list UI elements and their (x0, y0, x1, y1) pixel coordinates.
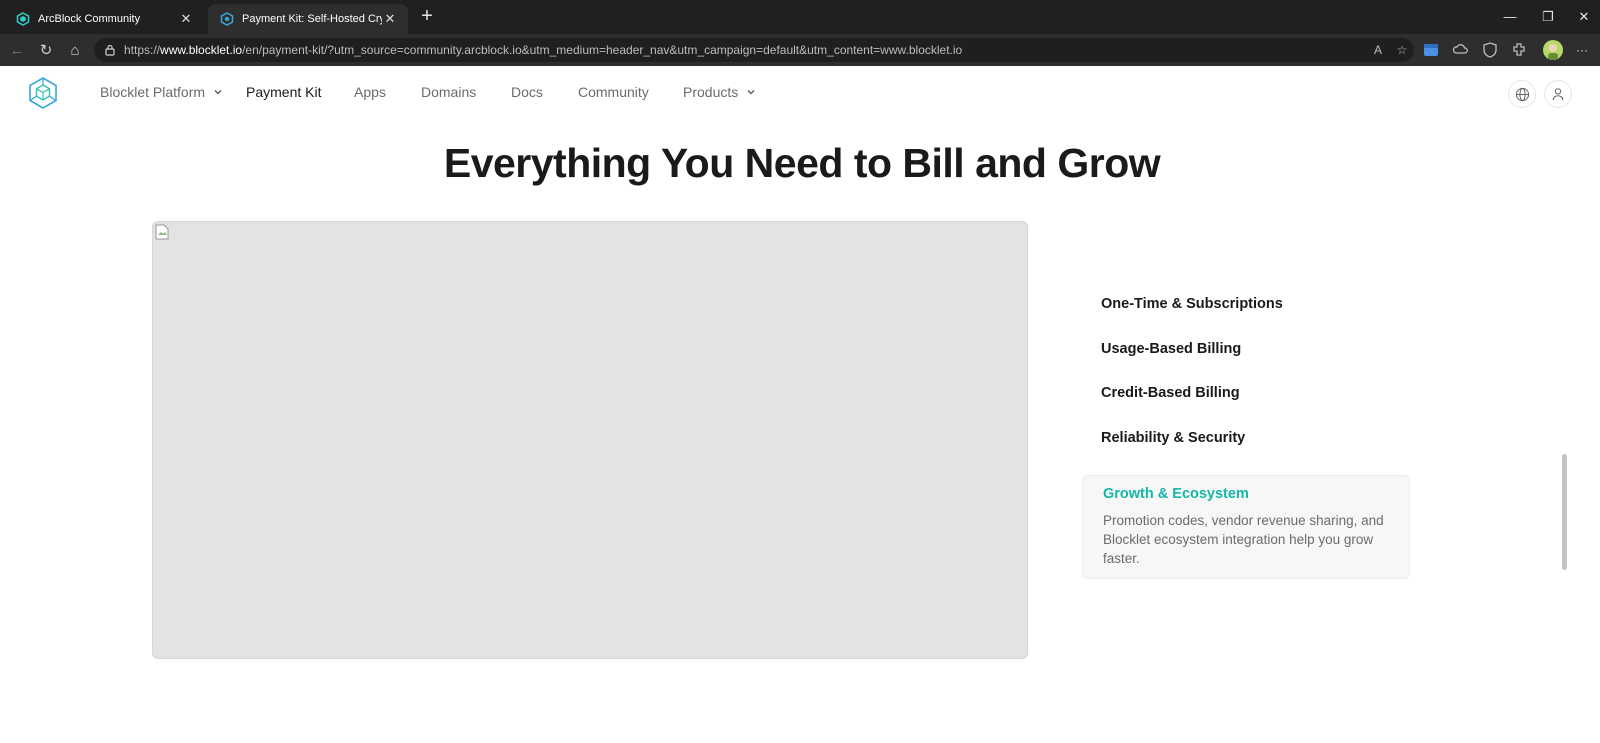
nav-domains[interactable]: Domains (421, 84, 476, 100)
refresh-icon[interactable]: ↻ (35, 40, 57, 62)
url-field[interactable]: https://www.blocklet.io/en/payment-kit/?… (94, 38, 1414, 62)
nav-products[interactable]: Products (683, 84, 756, 100)
home-icon[interactable]: ⌂ (64, 40, 86, 62)
window-close-icon[interactable]: ✕ (1566, 4, 1600, 30)
feature-credit-based-billing[interactable]: Credit-Based Billing (1082, 385, 1410, 401)
nav-label: Blocklet Platform (100, 84, 206, 100)
feature-active-description: Promotion codes, vendor revenue sharing,… (1103, 513, 1384, 566)
tab-title: Payment Kit: Self-Hosted Crypto & (242, 13, 382, 25)
url-prefix: https:// (124, 43, 161, 57)
browser-tab-bar: ArcBlock Community ✕ Payment Kit: Self-H… (0, 0, 1600, 34)
more-icon[interactable]: ··· (1572, 40, 1592, 60)
nav-blocklet-platform[interactable]: Blocklet Platform (100, 84, 223, 100)
read-aloud-icon[interactable]: A (1368, 40, 1388, 60)
profile-icon[interactable] (1543, 40, 1563, 60)
tab-title: ArcBlock Community (38, 13, 141, 25)
tab-close-icon[interactable]: ✕ (178, 11, 194, 27)
user-account-button[interactable] (1544, 80, 1572, 108)
browser-address-bar: ← ↻ ⌂ https://www.blocklet.io/en/payment… (0, 34, 1600, 66)
site-header-nav: Blocklet Platform Payment Kit Apps Domai… (4, 66, 1600, 122)
feature-active-title: Growth & Ecosystem (1103, 486, 1249, 502)
url-text: https://www.blocklet.io/en/payment-kit/?… (124, 43, 962, 57)
broken-image-icon (155, 224, 169, 240)
nav-label: Apps (354, 84, 386, 100)
restore-icon[interactable]: ❐ (1530, 4, 1566, 30)
feature-image-placeholder (152, 221, 1028, 659)
feature-growth-ecosystem-card[interactable]: Growth & Ecosystem Promotion codes, vend… (1082, 475, 1410, 579)
nav-apps[interactable]: Apps (354, 84, 386, 100)
page-scrollbar-thumb[interactable] (1562, 454, 1567, 570)
extension-cloud-icon[interactable] (1452, 41, 1470, 59)
nav-label: Domains (421, 84, 477, 100)
nav-community[interactable]: Community (578, 84, 649, 100)
feature-usage-based-billing[interactable]: Usage-Based Billing (1082, 341, 1410, 357)
url-host: www.blocklet.io (160, 43, 243, 57)
back-icon[interactable]: ← (6, 40, 28, 62)
extension-calendar-icon[interactable] (1422, 41, 1440, 59)
arcblock-favicon-icon (16, 12, 30, 26)
nav-payment-kit[interactable]: Payment Kit (246, 84, 321, 100)
blocklet-logo-icon[interactable] (26, 76, 60, 110)
user-icon (1552, 88, 1564, 101)
extensions-icon[interactable] (1511, 41, 1529, 59)
chevron-down-icon (747, 90, 755, 95)
nav-docs[interactable]: Docs (511, 84, 543, 100)
url-path: /en/payment-kit/?utm_source=community.ar… (242, 43, 963, 57)
extension-shield-icon[interactable] (1481, 41, 1499, 59)
new-tab-plus-icon[interactable]: + (416, 6, 438, 28)
web-page: Blocklet Platform Payment Kit Apps Domai… (4, 66, 1600, 743)
favorite-star-icon[interactable]: ☆ (1392, 40, 1412, 60)
nav-label: Community (578, 84, 649, 100)
minimize-icon[interactable]: — (1492, 4, 1528, 30)
lock-icon (105, 44, 115, 56)
feature-one-time-subscriptions[interactable]: One-Time & Subscriptions (1082, 296, 1410, 312)
blocklet-favicon-icon (220, 12, 234, 26)
browser-tab-payment-kit[interactable]: Payment Kit: Self-Hosted Crypto & ✕ (208, 4, 408, 34)
nav-label: Payment Kit (246, 84, 322, 100)
globe-icon (1515, 87, 1529, 101)
language-globe-button[interactable] (1508, 80, 1536, 108)
feature-reliability-security[interactable]: Reliability & Security (1082, 430, 1410, 446)
nav-label: Docs (511, 84, 543, 100)
chevron-down-icon (214, 90, 222, 95)
browser-tab-arcblock-community[interactable]: ArcBlock Community ✕ (4, 4, 204, 34)
nav-label: Products (683, 84, 739, 100)
tab-close-icon[interactable]: ✕ (382, 11, 398, 27)
section-headline: Everything You Need to Bill and Grow (443, 140, 1161, 186)
